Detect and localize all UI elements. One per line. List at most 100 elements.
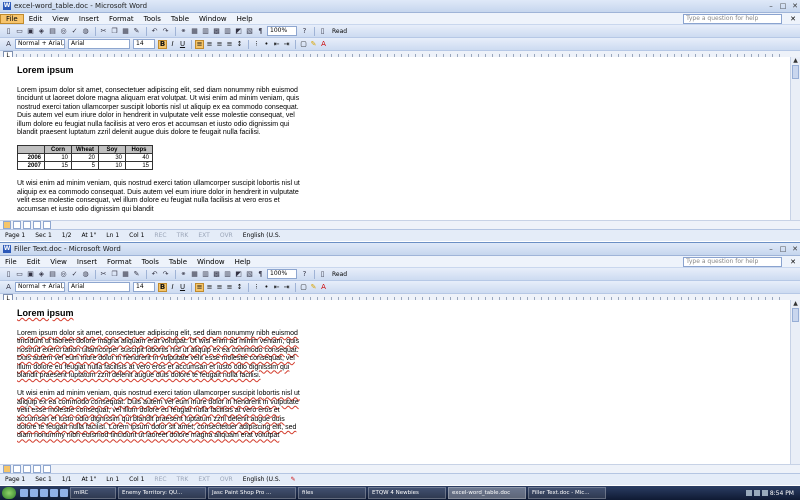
tray-icon[interactable] [753, 490, 760, 496]
justify-icon[interactable]: ≡ [225, 283, 234, 292]
close-icon[interactable]: ✕ [790, 2, 800, 10]
research-icon[interactable]: ◍ [81, 270, 90, 279]
document-page[interactable]: Lorem ipsum Lorem ipsum dolor sit amet, … [17, 308, 302, 451]
align-right-icon[interactable]: ≡ [215, 283, 224, 292]
align-right-icon[interactable]: ≡ [215, 40, 224, 49]
web-layout-icon[interactable] [13, 221, 21, 229]
quick-launch-icon[interactable] [50, 489, 58, 497]
help-icon[interactable]: ? [300, 270, 309, 279]
permission-icon[interactable]: ◈ [37, 270, 46, 279]
font-size-select[interactable]: 14 [133, 282, 155, 292]
highlight-icon[interactable]: ✎ [309, 40, 318, 49]
minimize-icon[interactable]: – [766, 2, 776, 10]
borders-icon[interactable]: ▢ [299, 283, 308, 292]
copy-icon[interactable]: ❐ [110, 27, 119, 36]
menu-table[interactable]: Table [164, 258, 192, 266]
status-ovr[interactable]: OVR [215, 232, 238, 239]
status-rec[interactable]: REC [149, 232, 171, 239]
borders-icon[interactable]: ▢ [299, 40, 308, 49]
styles-pane-icon[interactable]: A [4, 283, 13, 292]
align-center-icon[interactable]: ≡ [205, 283, 214, 292]
read-button[interactable]: Read [332, 271, 347, 278]
spelling-status-icon[interactable]: ✎ [286, 476, 301, 483]
menu-tools[interactable]: Tools [139, 15, 166, 23]
ask-question-input[interactable]: Type a question for help [683, 256, 783, 267]
undo-icon[interactable]: ↶ [150, 270, 159, 279]
insert-table-icon[interactable]: ▥ [201, 270, 210, 279]
maximize-icon[interactable]: □ [778, 2, 788, 10]
tray-icon[interactable] [745, 490, 752, 496]
underline-button[interactable]: U [178, 283, 187, 292]
menu-window[interactable]: Window [194, 15, 232, 23]
vertical-scrollbar[interactable]: ▲ [790, 57, 800, 223]
print-layout-icon[interactable] [23, 221, 31, 229]
new-document-icon[interactable]: ▯ [4, 270, 13, 279]
close-document-icon[interactable]: ✕ [790, 258, 796, 266]
decrease-indent-icon[interactable]: ⇤ [272, 40, 281, 49]
print-icon[interactable]: ▤ [48, 270, 57, 279]
ask-question-input[interactable]: Type a question for help [683, 13, 783, 24]
styles-pane-icon[interactable]: A [4, 40, 13, 49]
style-select[interactable]: Normal + Arial, 1 [15, 282, 65, 292]
scroll-up-icon[interactable]: ▲ [791, 300, 800, 308]
bold-button[interactable]: B [158, 39, 167, 49]
quick-launch-icon[interactable] [60, 489, 68, 497]
open-folder-icon[interactable]: ▭ [15, 27, 24, 36]
menu-file[interactable]: File [0, 258, 22, 266]
quick-launch-icon[interactable] [30, 489, 38, 497]
underline-button[interactable]: U [178, 40, 187, 49]
font-select[interactable]: Arial [68, 282, 130, 292]
line-spacing-icon[interactable]: ↕ [235, 283, 244, 292]
taskbar-item-etqw-newbies[interactable]: ETQW 4 Newbies [368, 487, 446, 499]
reading-layout-icon[interactable] [43, 221, 51, 229]
taskbar-item-paint-shop-pro[interactable]: Jasc Paint Shop Pro ... [208, 487, 296, 499]
zoom-select[interactable]: 100% [267, 26, 297, 36]
scroll-thumb[interactable] [792, 65, 799, 79]
menu-format[interactable]: Format [102, 258, 137, 266]
title-bar[interactable]: W excel-word_table.doc - Microsoft Word … [0, 0, 800, 13]
tray-icon[interactable] [761, 490, 768, 496]
numbering-icon[interactable]: ⁝ [252, 40, 261, 49]
bold-button[interactable]: B [158, 282, 167, 292]
print-layout-icon[interactable] [23, 465, 31, 473]
menu-window[interactable]: Window [192, 258, 230, 266]
open-folder-icon[interactable]: ▭ [15, 270, 24, 279]
menu-help[interactable]: Help [230, 258, 256, 266]
menu-view[interactable]: View [47, 15, 74, 23]
taskbar-item-mirc[interactable]: mIRC [70, 487, 116, 499]
print-icon[interactable]: ▤ [48, 27, 57, 36]
horizontal-scrollbar[interactable] [0, 464, 800, 473]
menu-edit[interactable]: Edit [24, 15, 48, 23]
redo-icon[interactable]: ↷ [161, 27, 170, 36]
menu-insert[interactable]: Insert [72, 258, 102, 266]
start-button[interactable] [2, 487, 16, 499]
italic-button[interactable]: I [168, 283, 177, 292]
menu-format[interactable]: Format [104, 15, 139, 23]
increase-indent-icon[interactable]: ⇥ [282, 40, 291, 49]
print-preview-icon[interactable]: ◎ [59, 270, 68, 279]
taskbar-item-enemy-territory[interactable]: Enemy Territory: QU... [118, 487, 206, 499]
reading-layout-icon[interactable] [43, 465, 51, 473]
document-area[interactable]: Lorem ipsum Lorem ipsum dolor sit amet, … [0, 300, 791, 463]
normal-view-icon[interactable] [3, 221, 11, 229]
show-hide-icon[interactable]: ¶ [256, 270, 265, 279]
document-map-icon[interactable]: ▧ [245, 27, 254, 36]
bullets-icon[interactable]: • [262, 40, 271, 49]
menu-help[interactable]: Help [232, 15, 258, 23]
taskbar-item-files[interactable]: files [298, 487, 366, 499]
minimize-icon[interactable]: – [766, 245, 776, 253]
cut-icon[interactable]: ✂ [99, 27, 108, 36]
insert-table-icon[interactable]: ▥ [201, 27, 210, 36]
close-icon[interactable]: ✕ [790, 245, 800, 253]
hyperlink-icon[interactable]: ⚭ [179, 270, 188, 279]
redo-icon[interactable]: ↷ [161, 270, 170, 279]
read-button[interactable]: Read [332, 28, 347, 35]
normal-view-icon[interactable] [3, 465, 11, 473]
columns-icon[interactable]: ▥ [223, 270, 232, 279]
paste-icon[interactable]: ▦ [121, 270, 130, 279]
menu-file[interactable]: File [0, 13, 24, 24]
hyperlink-icon[interactable]: ⚭ [179, 27, 188, 36]
font-color-icon[interactable]: A [319, 283, 328, 292]
scroll-thumb[interactable] [792, 308, 799, 322]
line-spacing-icon[interactable]: ↕ [235, 40, 244, 49]
